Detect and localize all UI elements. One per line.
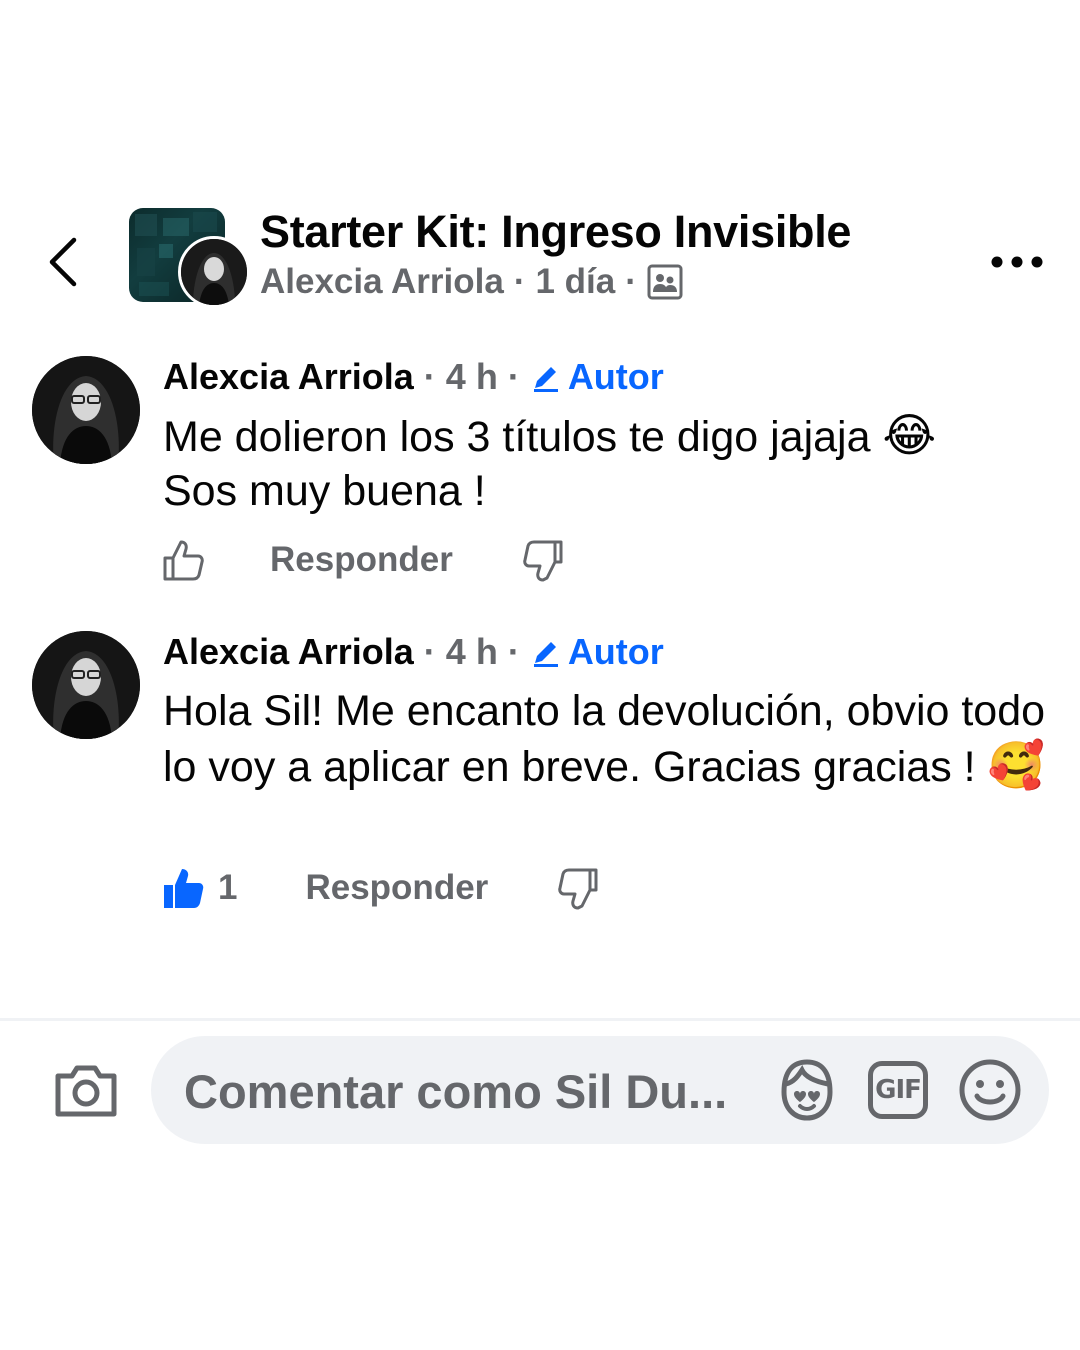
author-badge-label: Autor [567,631,664,672]
comment-text-line2: Sos muy buena ! [163,467,486,515]
comment-time-dot: · [423,356,436,397]
separator: · [507,356,520,397]
pencil-icon [533,367,558,392]
camera-button[interactable] [52,1060,120,1120]
author-avatar-small [178,236,250,308]
comment-actions: 1 Responder [162,866,598,910]
laughing-emoji-icon: 😂 [882,408,937,462]
comment-input-placeholder[interactable]: Comentar como Sil Du... [184,1064,727,1119]
avatar-sticker-icon[interactable] [776,1058,838,1122]
separator: · [625,262,637,301]
comment-actions: Responder [162,538,563,582]
comment-header: Alexcia Arriola · 4 h · Autor [163,356,664,398]
pencil-icon [533,642,558,667]
like-filled-icon[interactable] [162,866,204,910]
comment-avatar[interactable] [32,356,140,464]
chevron-left-icon [49,237,77,287]
dislike-outline-icon[interactable] [558,866,598,910]
post-title[interactable]: Starter Kit: Ingreso Invisible [260,206,851,258]
like-count[interactable]: 1 [218,868,237,908]
camera-icon [55,1065,117,1117]
group-members-icon [647,264,683,300]
post-meta: Alexcia Arriola · 1 día · [260,262,683,302]
comment-text: Hola Sil! Me encanto la devolución, obvi… [163,684,1063,794]
separator: · [513,262,526,301]
post-time[interactable]: 1 día [535,262,615,302]
comment-header: Alexcia Arriola · 4 h · Autor [163,631,664,673]
author-badge-label: Autor [567,356,664,397]
author-badge: Autor [530,356,664,398]
comment-text: Me dolieron los 3 títulos te digo jajaja… [163,408,1063,518]
comment-time[interactable]: 4 h [446,631,498,673]
comment-author[interactable]: Alexcia Arriola [163,631,414,673]
dislike-outline-icon[interactable] [523,538,563,582]
comment-text-body: Hola Sil! Me encanto la devolución, obvi… [163,687,1046,791]
comment-text-line1: Me dolieron los 3 títulos te digo jajaja [163,413,883,461]
post-author[interactable]: Alexcia Arriola [260,262,504,302]
comment-avatar[interactable] [32,631,140,739]
back-button[interactable] [40,232,90,292]
more-options-button[interactable] [990,250,1046,274]
separator: · [507,631,520,672]
reply-button[interactable]: Responder [270,540,453,580]
comment-author[interactable]: Alexcia Arriola [163,356,414,398]
gif-button[interactable]: GIF [868,1061,928,1119]
gif-label: GIF [875,1075,922,1105]
comment-time-dot: · [423,631,436,672]
comment-time[interactable]: 4 h [446,356,498,398]
smiling-hearts-emoji-icon: 🥰 [987,738,1045,792]
emoji-icon[interactable] [958,1058,1022,1122]
reply-button[interactable]: Responder [305,868,488,908]
more-dots-icon [991,256,1043,268]
author-badge: Autor [530,631,664,673]
composer-divider [0,1018,1080,1021]
like-outline-icon[interactable] [162,538,204,582]
